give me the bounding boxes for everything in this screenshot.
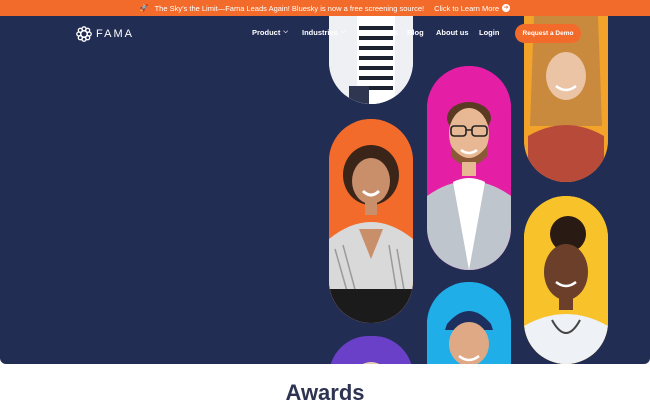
arrow-right-circle-icon: ➜ <box>502 4 511 12</box>
nav-item-login[interactable]: Login <box>479 28 499 37</box>
announcement-text: The Sky's the Limit—Fama Leads Again! Bl… <box>154 3 425 13</box>
nav-item-about-us[interactable]: About us <box>436 28 469 37</box>
rocket-icon: 🚀 <box>139 5 149 12</box>
nav-item-label: Product <box>252 28 281 37</box>
portrait-image-purple <box>329 336 413 364</box>
announcement-link-label: Click to Learn More <box>434 3 500 13</box>
nav-item-product[interactable]: Product ⌵ <box>252 28 288 37</box>
portrait-image-doctor-yellow <box>524 196 608 364</box>
nav-item-label: Resources <box>360 28 399 37</box>
announcement-bar[interactable]: 🚀 The Sky's the Limit—Fama Leads Again! … <box>0 0 650 16</box>
portrait-image-man-blue-cap <box>427 282 511 364</box>
top-navigation: FAMA Product ⌵ Industries ⌵ Resources Bl… <box>0 16 650 50</box>
nav-item-label: About us <box>436 28 469 37</box>
nav-item-industries[interactable]: Industries ⌵ <box>302 28 345 37</box>
announcement-link[interactable]: Click to Learn More ➜ <box>434 3 511 13</box>
chevron-down-icon: ⌵ <box>283 29 288 35</box>
section-title-awards: Awards <box>285 380 365 405</box>
nav-item-label: Blog <box>407 28 424 37</box>
gear-logo-icon <box>76 26 92 42</box>
chevron-down-icon: ⌵ <box>340 29 346 35</box>
nav-item-label: Login <box>479 28 500 37</box>
request-demo-button[interactable]: Request a Demo <box>515 24 581 43</box>
nav-item-resources[interactable]: Resources <box>360 28 398 37</box>
portrait-image-woman-orange <box>329 119 413 323</box>
brand-logo[interactable]: FAMA <box>76 26 134 42</box>
nav-item-label: Industries <box>302 28 338 37</box>
nav-item-blog[interactable]: Blog <box>407 28 424 37</box>
hero-section: FAMA Product ⌵ Industries ⌵ Resources Bl… <box>0 16 650 364</box>
portrait-image-man-magenta <box>427 66 511 270</box>
brand-name: FAMA <box>96 28 134 40</box>
